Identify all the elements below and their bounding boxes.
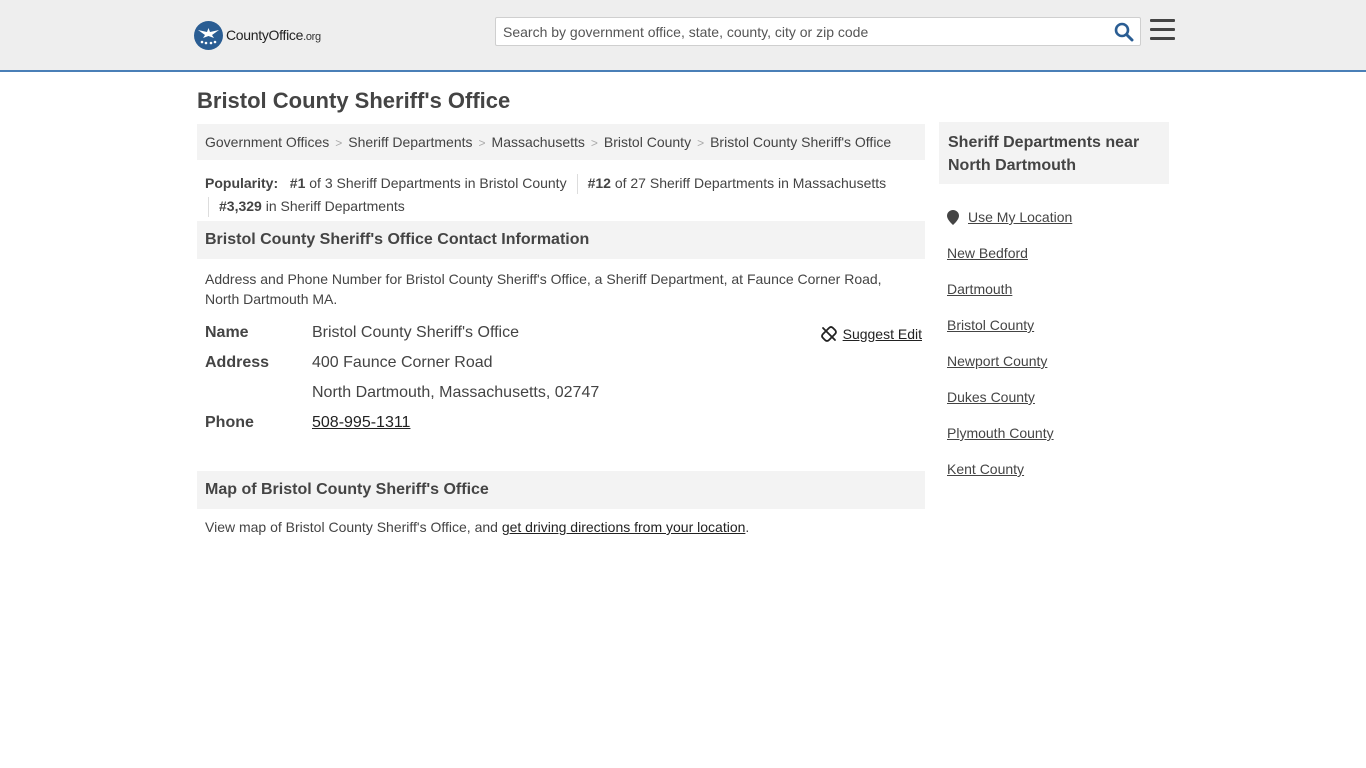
sidebar-link[interactable]: Newport County (947, 353, 1047, 369)
name-label: Name (205, 324, 249, 341)
map-text-before: View map of Bristol County Sheriff's Off… (205, 519, 502, 535)
sidebar: Sheriff Departments near North Dartmouth… (939, 122, 1169, 487)
sidebar-link[interactable]: Dartmouth (947, 281, 1012, 297)
contact-info-table: Name Bristol County Sheriff's Office Sug… (197, 324, 925, 444)
contact-description: Address and Phone Number for Bristol Cou… (205, 271, 882, 307)
use-location-link[interactable]: Use My Location (968, 209, 1072, 225)
menu-bar-icon (1150, 37, 1175, 40)
sidebar-item-bristol-county[interactable]: Bristol County (939, 307, 1169, 343)
breadcrumb-separator: > (335, 136, 343, 150)
popularity-rank-state: #12 (587, 175, 611, 191)
search-button[interactable] (1114, 22, 1134, 42)
sidebar-link[interactable]: Plymouth County (947, 425, 1054, 441)
site-logo[interactable]: CountyOffice.org (194, 20, 321, 50)
popularity-divider (576, 174, 578, 195)
driving-directions-link[interactable]: get driving directions from your locatio… (502, 519, 746, 535)
breadcrumb-bristol-county[interactable]: Bristol County (604, 134, 691, 150)
address-line1: 400 Faunce Corner Road (312, 354, 493, 371)
map-pin-icon (947, 209, 959, 225)
sidebar-item-dartmouth[interactable]: Dartmouth (939, 271, 1169, 307)
search-icon (1114, 22, 1134, 42)
site-header: CountyOffice.org (0, 0, 1366, 72)
suggest-edit-link[interactable]: Suggest Edit (843, 326, 922, 342)
breadcrumb: Government Offices > Sheriff Departments > M… (197, 124, 925, 160)
sidebar-link[interactable]: Bristol County (947, 317, 1034, 333)
popularity-block: Popularity: #1 of 3 Sheriff Departments … (197, 160, 925, 220)
popularity-rank-county: #1 (289, 175, 306, 191)
sidebar-item-use-location[interactable]: Use My Location (939, 199, 1169, 235)
map-description: View map of Bristol County Sheriff's Off… (197, 509, 925, 535)
sidebar-link[interactable]: Dukes County (947, 389, 1035, 405)
eagle-seal-icon (194, 20, 223, 50)
sidebar-item-kent-county[interactable]: Kent County (939, 451, 1169, 487)
menu-bar-icon (1150, 19, 1175, 22)
popularity-rank-national-text: in Sheriff Departments (265, 198, 405, 214)
sidebar-item-plymouth-county[interactable]: Plymouth County (939, 415, 1169, 451)
breadcrumb-separator: > (697, 136, 705, 150)
page-title: Bristol County Sheriff's Office (197, 88, 511, 113)
breadcrumb-government-offices[interactable]: Government Offices (205, 134, 329, 150)
sidebar-link[interactable]: Kent County (947, 461, 1024, 477)
logo-tld: .org (303, 31, 321, 43)
popularity-rank-county-text: of 3 Sheriff Departments in Bristol Coun… (309, 175, 567, 191)
sidebar-item-newport-county[interactable]: Newport County (939, 343, 1169, 379)
suggest-edit[interactable]: Suggest Edit (820, 326, 922, 342)
breadcrumb-current-office[interactable]: Bristol County Sheriff's Office (710, 134, 891, 150)
breadcrumb-sheriff-departments[interactable]: Sheriff Departments (348, 134, 472, 150)
phone-label: Phone (205, 414, 254, 431)
name-value: Bristol County Sheriff's Office (312, 324, 519, 341)
popularity-rank-national: #3,329 (219, 198, 262, 214)
sidebar-item-new-bedford[interactable]: New Bedford (939, 235, 1169, 271)
info-row-name: Name Bristol County Sheriff's Office Sug… (205, 324, 925, 354)
search-box (495, 17, 1141, 46)
logo-text: CountyOffice.org (226, 27, 321, 43)
address-line2: North Dartmouth, Massachusetts, 02747 (312, 384, 600, 401)
sidebar-list: Use My Location New Bedford Dartmouth Br… (939, 184, 1169, 487)
menu-bar-icon (1150, 28, 1175, 31)
map-text-after: . (745, 519, 750, 535)
popularity-rank-state-text: of 27 Sheriff Departments in Massachuset… (614, 175, 887, 191)
broken-link-icon (820, 326, 837, 342)
breadcrumb-separator: > (478, 136, 486, 150)
sidebar-heading: Sheriff Departments near North Dartmouth (939, 122, 1169, 184)
search-input[interactable] (503, 18, 1103, 45)
sidebar-item-dukes-county[interactable]: Dukes County (939, 379, 1169, 415)
phone-link[interactable]: 508-995-1311 (312, 414, 410, 431)
hamburger-menu-button[interactable] (1150, 19, 1175, 41)
logo-brand: CountyOffice (226, 27, 304, 43)
breadcrumb-separator: > (590, 136, 598, 150)
main-content: Government Offices > Sheriff Departments > M… (197, 124, 925, 535)
popularity-divider (208, 197, 209, 218)
breadcrumb-massachusetts[interactable]: Massachusetts (492, 134, 585, 150)
contact-section-heading: Bristol County Sheriff's Office Contact … (197, 221, 925, 259)
map-section-heading: Map of Bristol County Sheriff's Office (197, 471, 925, 509)
sidebar-link[interactable]: New Bedford (947, 245, 1028, 261)
popularity-label: Popularity: (205, 175, 279, 191)
address-label: Address (205, 354, 270, 371)
